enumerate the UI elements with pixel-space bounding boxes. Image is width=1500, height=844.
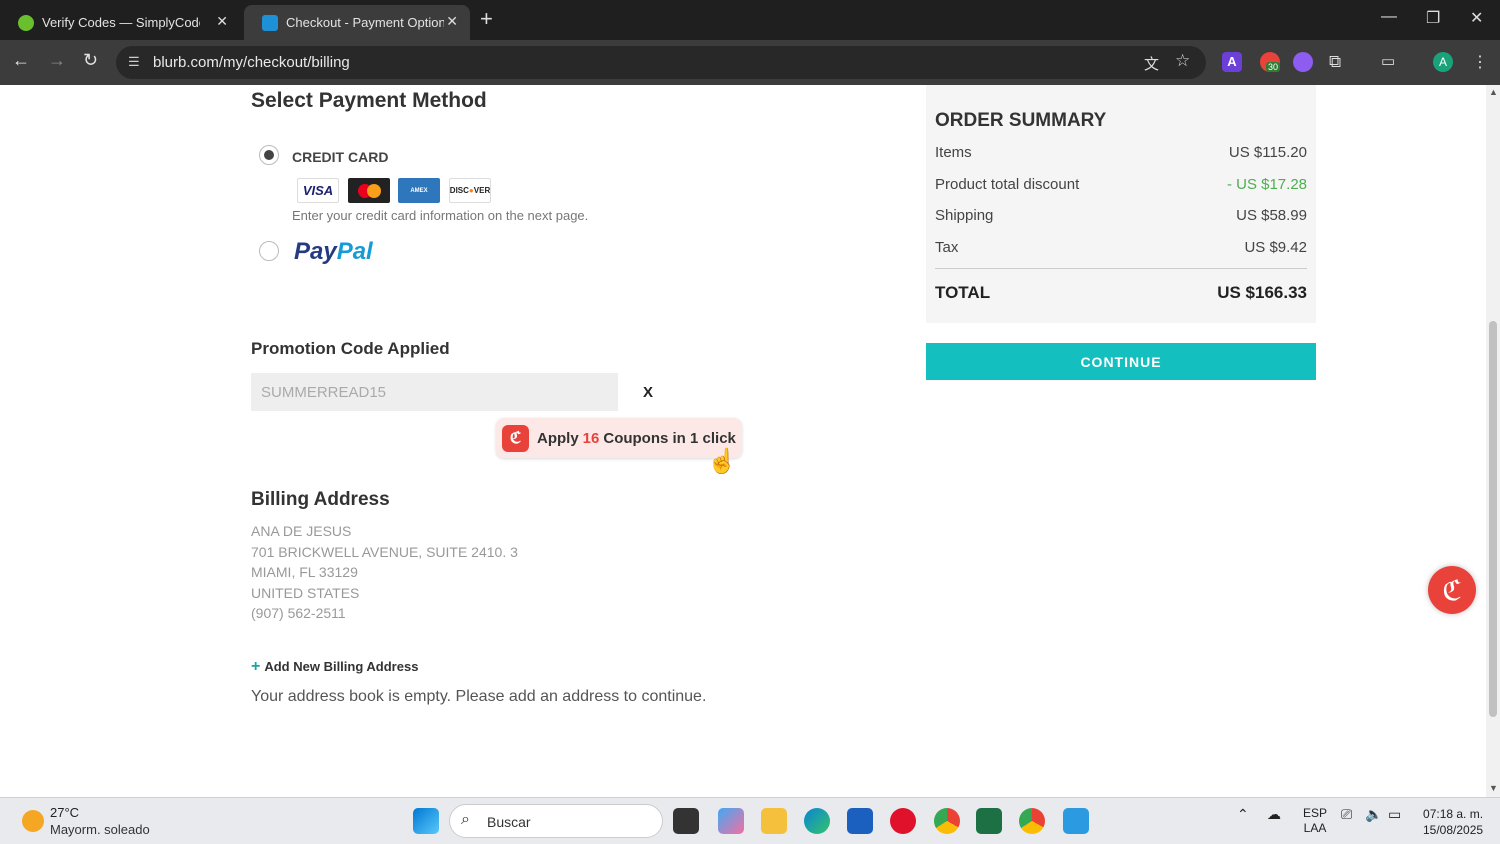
language-indicator[interactable]: ESP LAA <box>1303 806 1327 836</box>
extension-purple-icon[interactable] <box>1293 52 1313 72</box>
apply-coupons-popup[interactable]: ℭ Apply 16 Coupons in 1 click <box>496 418 742 458</box>
menu-kebab-icon[interactable]: ⋮ <box>1472 52 1492 72</box>
billing-phone: (907) 562-2511 <box>251 605 346 621</box>
chrome-profile-a-icon[interactable] <box>1019 808 1045 834</box>
translate-icon[interactable]: 文 <box>1144 53 1159 74</box>
reload-icon[interactable]: ↻ <box>83 50 98 71</box>
summary-row-discount: Product total discount - US $17.28 <box>935 176 1307 193</box>
mastercard-card-icon <box>348 178 390 203</box>
summary-total: TOTAL US $166.33 <box>935 283 1307 302</box>
hand-cursor-icon: ☝ <box>707 448 737 475</box>
summary-divider <box>935 268 1307 269</box>
payment-heading: Select Payment Method <box>251 89 487 112</box>
edge-icon[interactable] <box>804 808 830 834</box>
credit-card-label: CREDIT CARD <box>292 149 389 165</box>
volume-muted-icon[interactable]: 🔈 <box>1365 806 1382 823</box>
battery-icon[interactable]: ▭ <box>1388 806 1401 823</box>
weather-description: Mayorm. soleado <box>50 822 150 837</box>
show-hidden-icons[interactable]: ⌃ <box>1237 806 1249 823</box>
tab-verify-codes[interactable]: Verify Codes — SimplyCodes ✕ <box>0 5 240 40</box>
page-scrollbar[interactable]: ▲ ▼ <box>1486 85 1500 797</box>
paypal-radio[interactable] <box>259 241 279 261</box>
visa-card-icon: VISA <box>297 178 339 203</box>
task-view-icon[interactable] <box>673 808 699 834</box>
taskbar-search[interactable]: ⌕ Buscar <box>449 804 663 838</box>
scroll-up-icon[interactable]: ▲ <box>1489 87 1498 97</box>
add-billing-address-link[interactable]: + Add New Billing Address <box>251 658 418 676</box>
blurb-favicon-icon <box>262 14 278 31</box>
tab-title: Checkout - Payment Options | Blurb <box>286 15 444 30</box>
promo-heading: Promotion Code Applied <box>251 339 450 358</box>
bookmark-star-icon[interactable]: ☆ <box>1175 51 1190 71</box>
discover-card-icon: DISC ● VER <box>449 178 491 203</box>
back-icon[interactable]: ← <box>12 50 30 71</box>
billing-city: MIAMI, FL 33129 <box>251 564 358 580</box>
promo-code-input[interactable] <box>251 373 618 411</box>
coupon-suffix: Coupons in 1 click <box>603 429 736 447</box>
summary-row-items: Items US $115.20 <box>935 144 1307 161</box>
restore-icon[interactable]: ❐ <box>1426 8 1440 28</box>
continue-button[interactable]: CONTINUE <box>926 343 1316 380</box>
browser-tab-strip: Verify Codes — SimplyCodes ✕ Checkout - … <box>0 0 1500 40</box>
temperature: 27°C <box>50 805 80 820</box>
search-icon: ⌕ <box>461 811 470 828</box>
excel-icon[interactable] <box>976 808 1002 834</box>
address-bar[interactable]: ☰ blurb.com/my/checkout/billing 文 ☆ <box>116 46 1206 79</box>
search-label: Buscar <box>487 814 531 830</box>
credit-card-radio[interactable] <box>259 145 279 165</box>
scroll-down-icon[interactable]: ▼ <box>1489 783 1498 793</box>
minimize-icon[interactable]: — <box>1381 8 1397 26</box>
plus-icon: + <box>251 658 261 675</box>
side-panel-icon[interactable]: ▭ <box>1381 52 1401 72</box>
start-icon[interactable] <box>413 808 439 834</box>
close-tab-icon[interactable]: ✕ <box>216 13 228 30</box>
billing-country: UNITED STATES <box>251 585 360 601</box>
chrome-profile-m-icon[interactable] <box>934 808 960 834</box>
billing-street: 701 BRICKWELL AVENUE, SUITE 2410. 3 <box>251 544 518 560</box>
url-text: blurb.com/my/checkout/billing <box>153 54 350 71</box>
summary-row-tax: Tax US $9.42 <box>935 239 1307 256</box>
file-explorer-icon[interactable] <box>761 808 787 834</box>
opera-icon[interactable] <box>890 808 916 834</box>
address-empty-message: Your address book is empty. Please add a… <box>251 688 707 705</box>
coupon-prefix: Apply <box>537 429 579 447</box>
simplycodes-extension-icon[interactable]: 30 <box>1260 52 1281 72</box>
extension-a-icon[interactable]: A <box>1222 52 1242 72</box>
new-tab-icon[interactable]: + <box>480 6 493 32</box>
order-summary: ORDER SUMMARY Items US $115.20 Product to… <box>926 85 1316 323</box>
extension-badge: 30 <box>1266 62 1281 72</box>
coupon-count: 16 <box>582 429 600 447</box>
sun-icon <box>22 810 44 832</box>
copilot-icon[interactable] <box>718 808 744 834</box>
extensions-puzzle-icon[interactable]: ⧉ <box>1329 52 1349 72</box>
app-icon[interactable] <box>1063 808 1089 834</box>
checkout-page: Select Payment Method CREDIT CARD VISA A… <box>0 85 1500 797</box>
onedrive-icon[interactable]: ☁ <box>1267 806 1281 823</box>
close-window-icon[interactable]: ✕ <box>1470 8 1483 28</box>
tab-checkout[interactable]: Checkout - Payment Options | Blurb ✕ <box>244 5 470 40</box>
site-info-icon[interactable]: ☰ <box>128 54 144 70</box>
tab-title: Verify Codes — SimplyCodes <box>42 15 200 30</box>
billing-name: ANA DE JESUS <box>251 523 352 539</box>
credit-card-note: Enter your credit card information on th… <box>292 208 589 223</box>
paypal-logo: PayPal <box>294 238 373 265</box>
simplycodes-floating-button[interactable]: ℭ <box>1428 566 1476 614</box>
network-icon[interactable]: ⎚ <box>1341 806 1352 823</box>
simplycodes-logo-icon: ℭ <box>502 424 529 452</box>
summary-title: ORDER SUMMARY <box>935 110 1107 131</box>
simplycodes-favicon-icon <box>18 14 34 31</box>
windows-taskbar: 27°C Mayorm. soleado ⌕ Buscar ⌃ ☁ ESP LAA… <box>0 797 1500 844</box>
clock[interactable]: 07:18 a. m. 15/08/2025 <box>1423 806 1483 838</box>
remove-promo-button[interactable]: X <box>643 384 653 401</box>
browser-toolbar: ← → ↻ ☰ blurb.com/my/checkout/billing 文 … <box>0 40 1500 85</box>
billing-heading: Billing Address <box>251 489 390 510</box>
profile-avatar[interactable]: A <box>1433 52 1453 72</box>
scrollbar-thumb[interactable] <box>1489 321 1497 717</box>
summary-row-shipping: Shipping US $58.99 <box>935 207 1307 224</box>
store-icon[interactable] <box>847 808 873 834</box>
amex-card-icon: AMEX <box>398 178 440 203</box>
close-tab-icon[interactable]: ✕ <box>446 13 458 30</box>
forward-icon[interactable]: → <box>48 50 66 71</box>
